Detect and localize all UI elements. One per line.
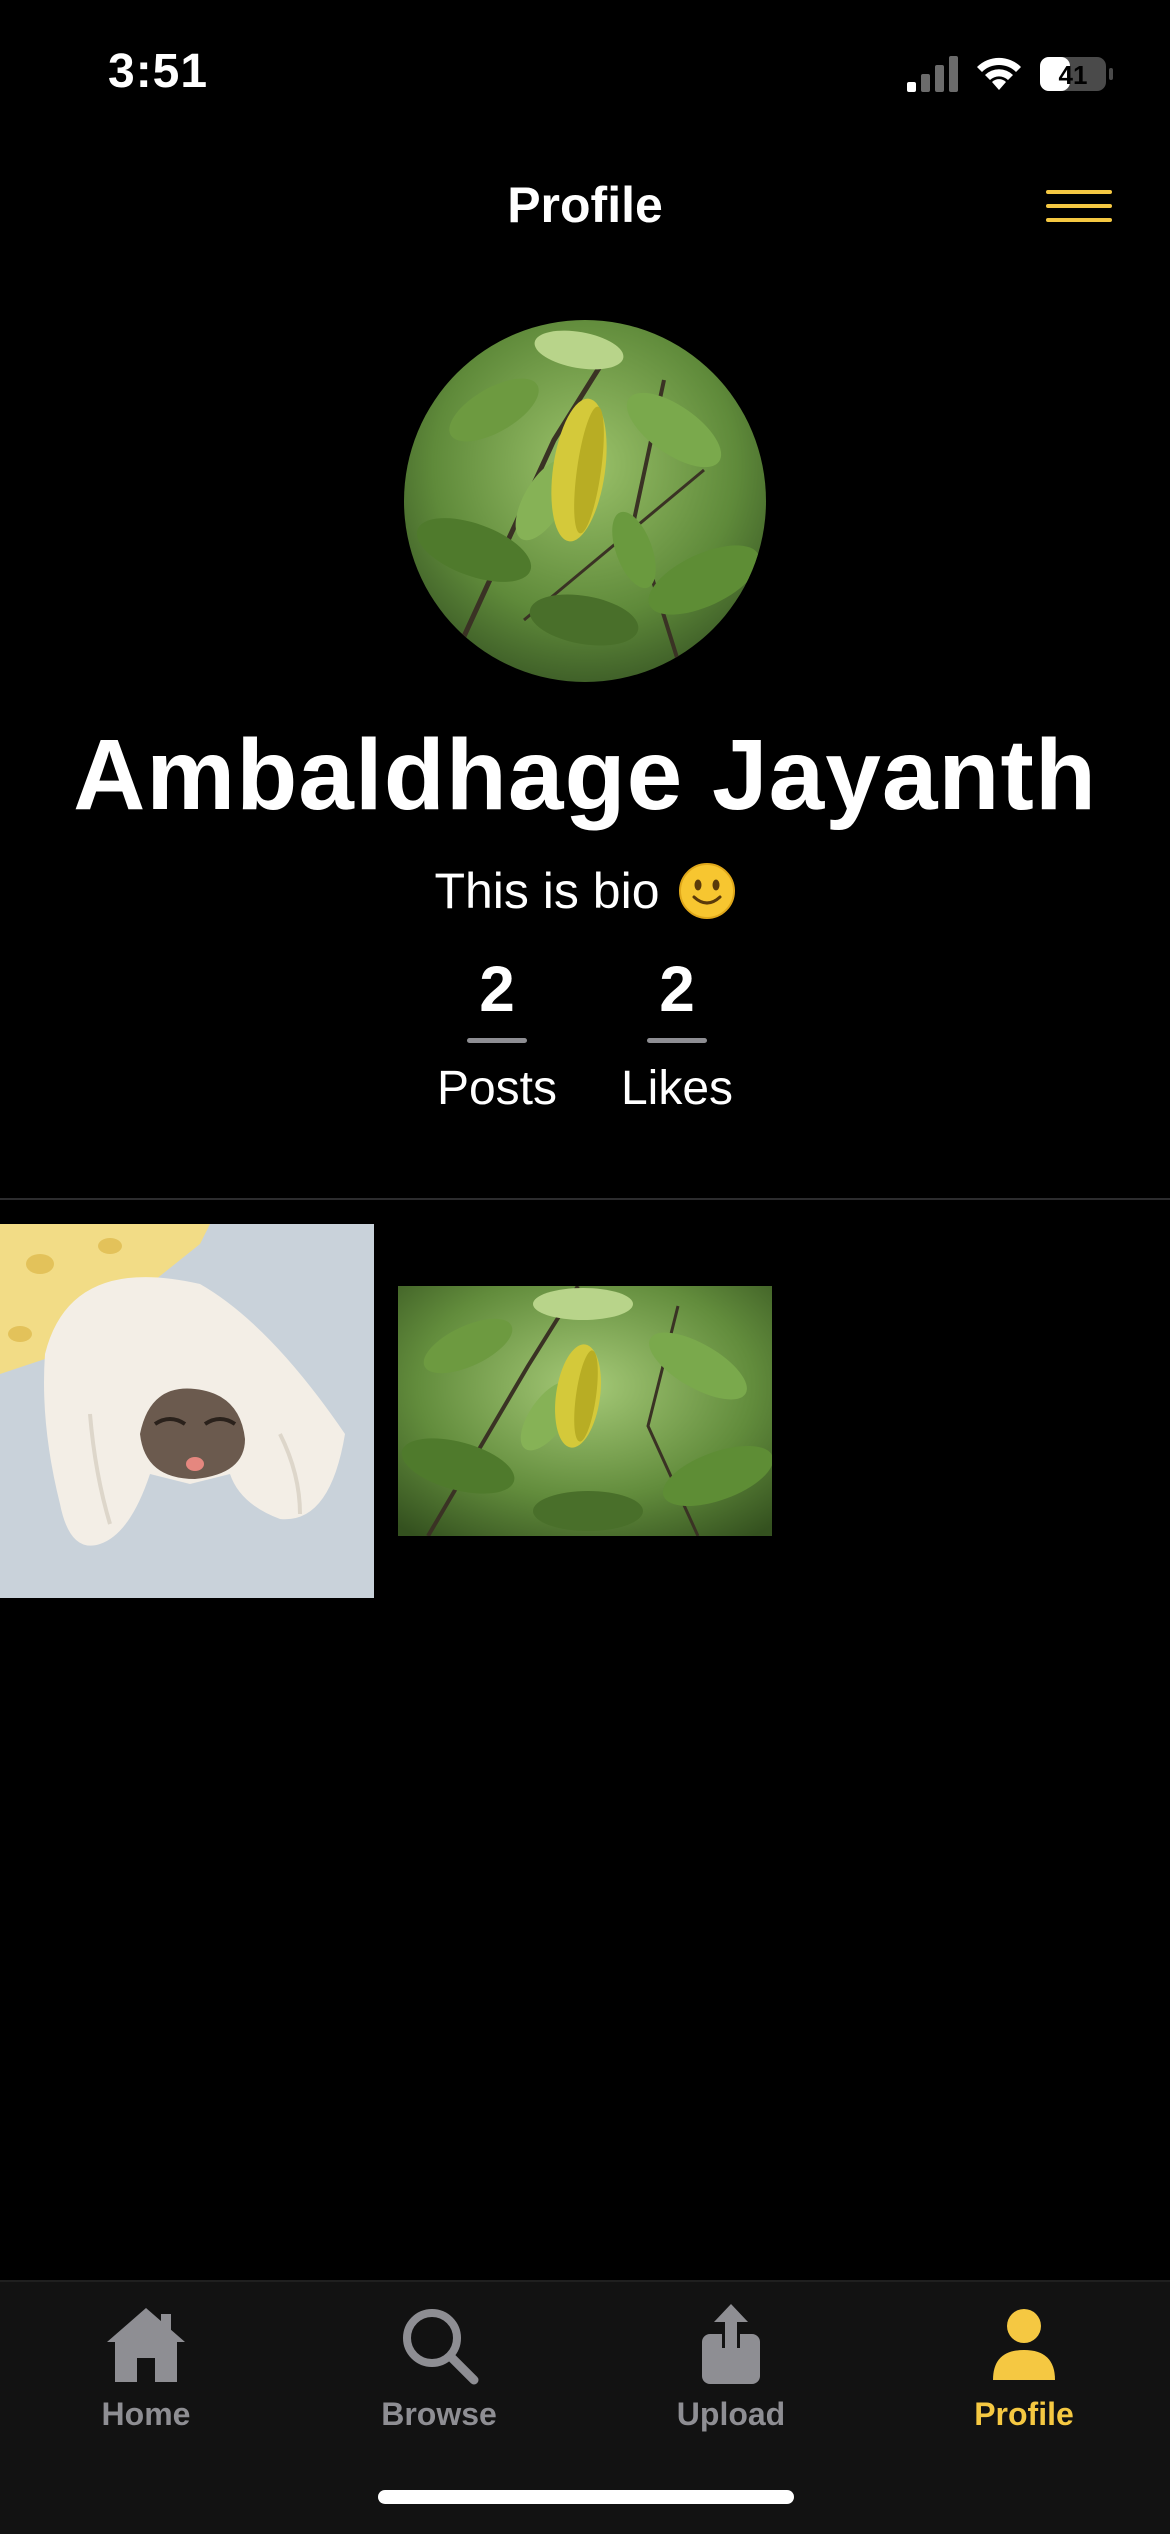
cellular-signal-icon bbox=[907, 56, 958, 92]
post-thumbnail[interactable] bbox=[0, 1224, 374, 1598]
likes-count: 2 bbox=[659, 953, 695, 1025]
menu-button[interactable] bbox=[1046, 186, 1114, 230]
leafy-branch-photo bbox=[404, 320, 766, 682]
tab-profile[interactable]: Profile bbox=[904, 2300, 1144, 2433]
stat-underline bbox=[467, 1038, 527, 1043]
likes-stat[interactable]: 2 Likes bbox=[597, 950, 757, 1119]
person-icon bbox=[993, 2309, 1055, 2380]
slightly-smiling-face-icon bbox=[678, 863, 735, 919]
tab-home-label: Home bbox=[101, 2396, 191, 2432]
upload-icon bbox=[702, 2304, 760, 2384]
bio-text: This is bio bbox=[434, 863, 660, 919]
avatar[interactable] bbox=[404, 320, 766, 682]
tab-browse[interactable]: Browse bbox=[319, 2300, 559, 2433]
posts-stat[interactable]: 2 Posts bbox=[417, 950, 577, 1119]
page-title: Profile bbox=[507, 177, 663, 233]
tab-browse-label: Browse bbox=[381, 2396, 497, 2432]
home-indicator bbox=[378, 2490, 794, 2504]
user-bio: This is bio bbox=[0, 862, 1170, 920]
divider bbox=[0, 1198, 1170, 1200]
posts-count: 2 bbox=[479, 953, 515, 1025]
post-thumbnail[interactable] bbox=[398, 1286, 772, 1536]
wifi-icon bbox=[977, 57, 1021, 90]
status-time: 3:51 bbox=[108, 45, 209, 98]
tab-upload-label: Upload bbox=[676, 2396, 786, 2432]
status-bar: 3:51 41 bbox=[0, 0, 1170, 150]
search-icon bbox=[403, 2309, 479, 2385]
user-name: Ambaldhage Jayanth bbox=[73, 719, 1097, 831]
hamburger-menu-icon bbox=[1046, 190, 1112, 194]
leafy-branch-photo bbox=[398, 1286, 772, 1536]
posts-label: Posts bbox=[436, 1062, 558, 1115]
stat-underline bbox=[647, 1038, 707, 1043]
tab-profile-label: Profile bbox=[974, 2396, 1074, 2432]
likes-label: Likes bbox=[620, 1062, 734, 1115]
home-icon bbox=[107, 2308, 185, 2382]
battery-icon: 41 bbox=[1040, 57, 1113, 91]
battery-level: 41 bbox=[1059, 60, 1088, 90]
cat-under-towel-photo bbox=[0, 1224, 374, 1598]
tab-upload[interactable]: Upload bbox=[611, 2300, 851, 2433]
tab-home[interactable]: Home bbox=[26, 2300, 266, 2433]
